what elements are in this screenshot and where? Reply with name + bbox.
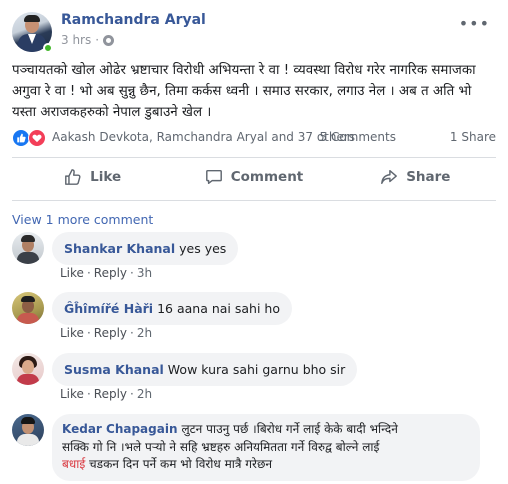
comment-actions: Like · Reply · 3h [60, 266, 153, 280]
comment-icon [205, 169, 222, 185]
share-button-label: Share [406, 169, 451, 185]
comment-time[interactable]: 2h [137, 387, 152, 401]
comment-bubble: Ĝĥîmířé Hàři 16 aana nai sahi ho [52, 292, 292, 325]
comment-text-line2: सक्कि गो नि ।भले पर्‍यो ने सहि भ्रष्टहरु… [62, 439, 380, 454]
comment-highlight-word[interactable]: बधाई [62, 457, 85, 471]
comment-item: Kedar Chapagain लुटन पाउनु पर्छ ।बिरोध गर… [12, 414, 502, 484]
comment-item: Ĝĥîmířé Hàři 16 aana nai sahi ho Like · Rep… [12, 292, 502, 342]
shares-count[interactable]: 1 Share [450, 130, 496, 144]
post-text: पञ्चायतको खोल ओढेर भ्रष्टाचार विरोधी अभि… [12, 63, 476, 120]
view-more-comments-link[interactable]: View 1 more comment [12, 212, 153, 227]
comment-reply-link[interactable]: Reply [94, 387, 127, 401]
commenter-name[interactable]: Susma Khanal [64, 362, 164, 377]
commenter-avatar[interactable] [12, 353, 44, 385]
comment-bubble: Susma Khanal Wow kura sahi garnu bho sir [52, 353, 358, 386]
like-button[interactable]: Like [12, 158, 173, 196]
comment-actions: Like · Reply · 2h [60, 387, 153, 401]
comments-count[interactable]: 5 Comments [320, 130, 397, 144]
commenter-name[interactable]: Kedar Chapagain [62, 422, 178, 436]
comment-item: Shankar Khanal yes yes Like · Reply · 3h [12, 232, 502, 282]
comment-text-line1: लुटन पाउनु पर्छ ।बिरोध गर्ने लाई केके बा… [181, 422, 398, 436]
reaction-icons[interactable] [12, 128, 50, 147]
globe-icon[interactable] [103, 34, 115, 46]
comment-button[interactable]: Comment [173, 158, 334, 196]
comment-like-link[interactable]: Like [60, 387, 84, 401]
commenter-avatar[interactable] [12, 232, 44, 264]
post-author-name[interactable]: Ramchandra Aryal [61, 12, 206, 28]
commenter-avatar[interactable] [12, 292, 44, 324]
reactors-names[interactable]: Aakash Devkota, Ramchandra Aryal and 37 … [52, 130, 355, 144]
post-timestamp[interactable]: 3 hrs [61, 33, 91, 47]
comment-text: yes yes [179, 241, 227, 256]
share-button[interactable]: Share [335, 158, 496, 196]
thumbs-up-icon [65, 169, 81, 185]
comment-button-label: Comment [230, 169, 304, 185]
post-meta: 3 hrs · [61, 33, 115, 47]
love-reaction-icon [28, 129, 46, 147]
online-status-indicator [43, 43, 53, 53]
comment-bubble: Kedar Chapagain लुटन पाउनु पर्छ ।बिरोध गर… [52, 414, 480, 481]
reactions-summary: Aakash Devkota, Ramchandra Aryal and 37 … [12, 128, 496, 148]
meta-separator: · [95, 33, 100, 47]
comment-time[interactable]: 2h [137, 326, 152, 340]
share-icon [381, 169, 398, 185]
commenter-avatar[interactable] [12, 414, 44, 446]
comment-actions: Like · Reply · 2h [60, 326, 153, 340]
more-options-icon[interactable]: ••• [459, 14, 490, 33]
comment-like-link[interactable]: Like [60, 326, 84, 340]
comment-text-line3: चडकन दिन पर्ने कम भो विरोध मात्रै गरेछन [85, 457, 273, 471]
comment-item: Susma Khanal Wow kura sahi garnu bho sir … [12, 353, 502, 403]
comment-bubble: Shankar Khanal yes yes [52, 232, 239, 265]
commenter-name[interactable]: Ĝĥîmířé Hàři [64, 301, 153, 316]
commenter-name[interactable]: Shankar Khanal [64, 241, 175, 256]
comment-reply-link[interactable]: Reply [94, 326, 127, 340]
post-action-bar: Like Comment Share [12, 158, 496, 196]
comment-text: 16 aana nai sahi ho [157, 301, 280, 316]
divider [12, 200, 496, 201]
comment-time[interactable]: 3h [137, 266, 152, 280]
like-button-label: Like [90, 169, 122, 185]
comment-like-link[interactable]: Like [60, 266, 84, 280]
post-header: Ramchandra Aryal 3 hrs · ••• [12, 8, 502, 54]
comment-reply-link[interactable]: Reply [94, 266, 127, 280]
comment-text: Wow kura sahi garnu bho sir [167, 362, 346, 377]
